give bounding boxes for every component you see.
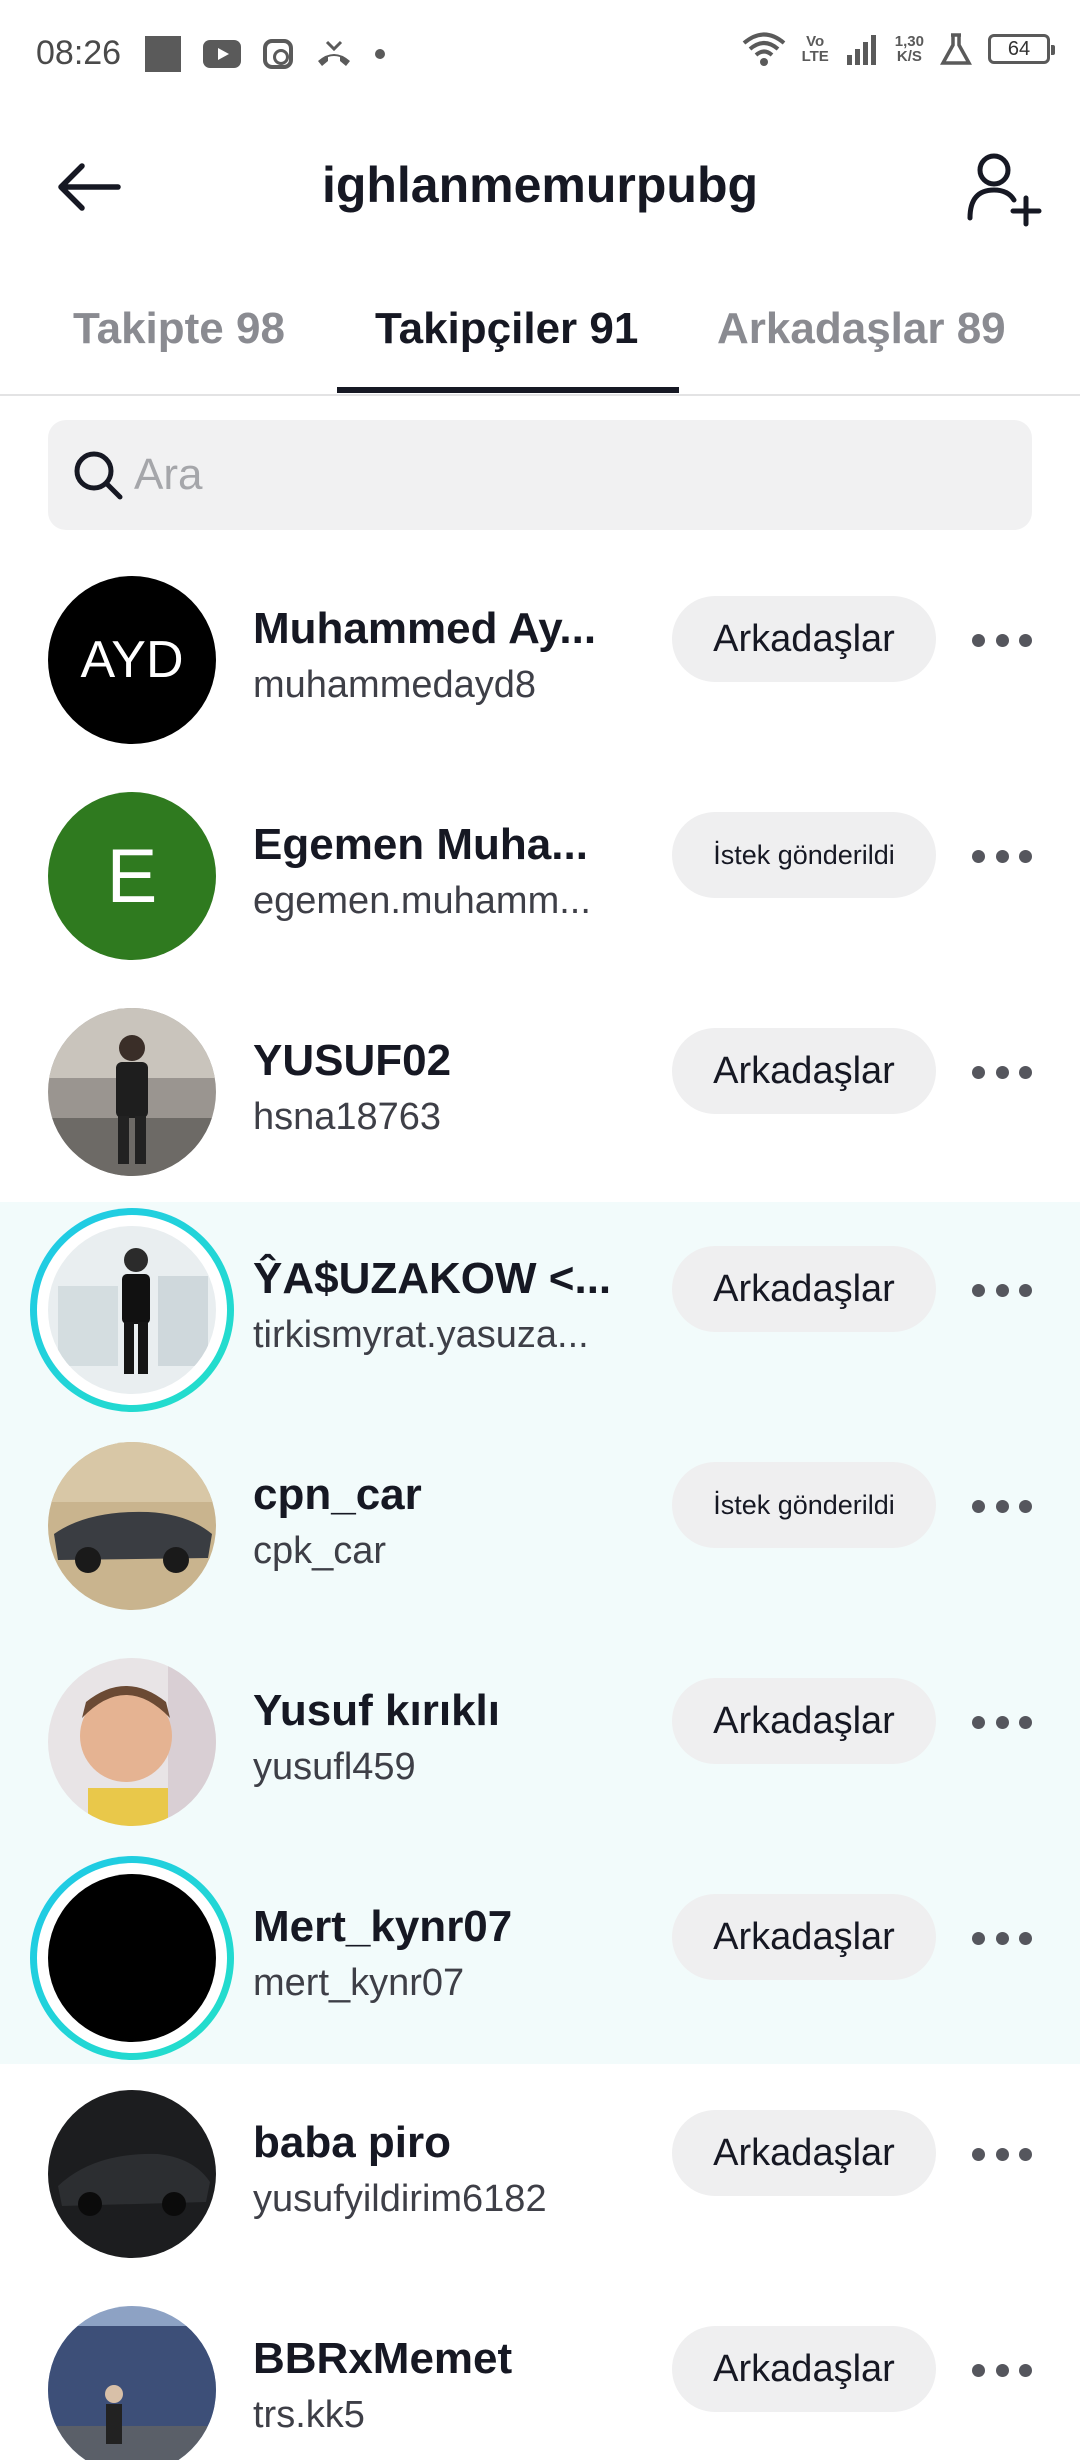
- more-options-icon[interactable]: [970, 1690, 1034, 1754]
- user-handle: yusufyildirim6182: [253, 2178, 547, 2220]
- battery-icon: 64: [988, 34, 1055, 64]
- more-options-icon[interactable]: [970, 824, 1034, 888]
- avatar[interactable]: [48, 2306, 216, 2460]
- volte-indicator: Vo LTE: [801, 33, 829, 65]
- user-name: Yusuf kırıklı: [253, 1686, 500, 1735]
- request-sent-button[interactable]: İstek gönderildi: [672, 812, 936, 898]
- user-name: BBRxMemet: [253, 2334, 513, 2383]
- user-handle: cpk_car: [253, 1530, 387, 1572]
- avatar-photo: [48, 1226, 216, 1394]
- user-handle: muhammedayd8: [253, 664, 537, 706]
- user-name: baba piro: [253, 2118, 452, 2167]
- user-handle: trs.kk5: [253, 2394, 365, 2436]
- add-user-icon: [967, 153, 1042, 227]
- wifi-icon: [742, 32, 785, 66]
- search-input[interactable]: [134, 450, 994, 500]
- flask-icon: [940, 33, 972, 65]
- user-handle: hsna18763: [253, 1096, 442, 1138]
- avatar[interactable]: [48, 2090, 216, 2258]
- tab-bar: Takipte 98 Takipçiler 91 Arkadaşlar 89: [0, 280, 1080, 396]
- friends-button[interactable]: Arkadaşlar: [672, 1678, 936, 1764]
- missed-call-icon: [318, 40, 350, 66]
- avatar[interactable]: [48, 1226, 216, 1394]
- list-item[interactable]: Yusuf kırıklı yusufl459 Arkadaşlar: [0, 1638, 1080, 1854]
- system-icons: Vo LTE 1,30 K/S 64: [742, 32, 1055, 66]
- avatar-photo: [48, 1658, 216, 1826]
- user-name: ŶA$UZAKOW <...: [253, 1254, 612, 1303]
- status-time: 08:26: [36, 34, 122, 72]
- tab-following[interactable]: Takipte 98: [73, 304, 285, 354]
- list-item[interactable]: E Egemen Muha... egemen.muhamm... İstek …: [0, 772, 1080, 988]
- avatar-photo: [48, 2090, 216, 2258]
- more-options-icon[interactable]: [970, 1040, 1034, 1104]
- avatar[interactable]: [48, 1442, 216, 1610]
- list-item[interactable]: BBRxMemet trs.kk5 Arkadaşlar: [0, 2286, 1080, 2460]
- friends-button[interactable]: Arkadaşlar: [672, 2110, 936, 2196]
- avatar-initials: E: [106, 833, 158, 919]
- list-item[interactable]: AYD Muhammed Ay... muhammedayd8 Arkadaşl…: [0, 556, 1080, 772]
- user-name: Muhammed Ay...: [253, 604, 597, 653]
- request-sent-button[interactable]: İstek gönderildi: [672, 1462, 936, 1548]
- user-name: YUSUF02: [253, 1036, 452, 1085]
- avatar[interactable]: E: [48, 792, 216, 960]
- youtube-icon: [203, 40, 241, 68]
- page-title: ighlanmemurpubg: [321, 157, 759, 213]
- more-options-icon[interactable]: [970, 2338, 1034, 2402]
- active-tab-indicator: [337, 387, 679, 393]
- user-handle: tirkismyrat.yasuza...: [253, 1314, 589, 1356]
- more-notifications-dot: [375, 49, 385, 59]
- add-friend-button[interactable]: [964, 148, 1044, 228]
- more-options-icon[interactable]: [970, 1474, 1034, 1538]
- avatar-photo: [48, 1442, 216, 1610]
- status-bar: 08:26 Vo LTE 1,30 K/S 64: [0, 0, 1080, 108]
- user-name: cpn_car: [253, 1470, 422, 1519]
- friends-button[interactable]: Arkadaşlar: [672, 1894, 936, 1980]
- notification-icons: [145, 36, 385, 72]
- list-item[interactable]: YUSUF02 hsna18763 Arkadaşlar: [0, 988, 1080, 1204]
- header: ighlanmemurpubg: [0, 130, 1080, 240]
- friends-button[interactable]: Arkadaşlar: [672, 2326, 936, 2412]
- avatar[interactable]: [48, 1008, 216, 1176]
- tab-followers[interactable]: Takipçiler 91: [375, 304, 638, 354]
- list-item[interactable]: cpn_car cpk_car İstek gönderildi: [0, 1422, 1080, 1638]
- more-options-icon[interactable]: [970, 1258, 1034, 1322]
- list-item[interactable]: Mert_kynr07 mert_kynr07 Arkadaşlar: [0, 1854, 1080, 2070]
- more-options-icon[interactable]: [970, 2122, 1034, 2186]
- user-handle: yusufl459: [253, 1746, 416, 1788]
- user-name: Egemen Muha...: [253, 820, 588, 869]
- more-options-icon[interactable]: [970, 1906, 1034, 1970]
- signal-icon: [846, 35, 876, 65]
- user-handle: egemen.muhamm...: [253, 880, 591, 922]
- search-bar[interactable]: [48, 420, 1032, 530]
- user-name: Mert_kynr07: [253, 1902, 513, 1951]
- avatar-photo: [48, 1008, 216, 1176]
- instagram-icon: [263, 39, 293, 69]
- friends-button[interactable]: Arkadaşlar: [672, 1246, 936, 1332]
- list-item[interactable]: ŶA$UZAKOW <... tirkismyrat.yasuza... Ark…: [0, 1206, 1080, 1422]
- search-icon: [74, 451, 123, 500]
- list-item[interactable]: baba piro yusufyildirim6182 Arkadaşlar: [0, 2070, 1080, 2286]
- network-speed: 1,30 K/S: [894, 33, 924, 65]
- user-handle: mert_kynr07: [253, 1962, 465, 2004]
- more-options-icon[interactable]: [970, 608, 1034, 672]
- avatar-photo: [48, 2306, 216, 2460]
- avatar[interactable]: [48, 1658, 216, 1826]
- avatar-initials: AYD: [80, 631, 184, 689]
- friends-button[interactable]: Arkadaşlar: [672, 1028, 936, 1114]
- avatar[interactable]: AYD: [48, 576, 216, 744]
- gallery-notification-icon: [145, 36, 181, 72]
- friends-button[interactable]: Arkadaşlar: [672, 596, 936, 682]
- avatar[interactable]: [48, 1874, 216, 2042]
- tab-friends[interactable]: Arkadaşlar 89: [717, 304, 1006, 354]
